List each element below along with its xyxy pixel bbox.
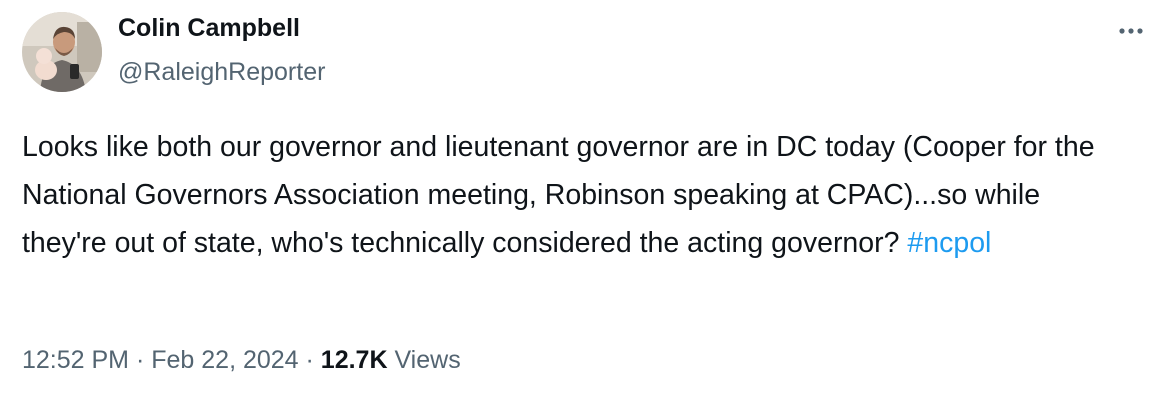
meta-separator: ·	[129, 346, 152, 374]
tweet-text: Looks like both our governor and lieuten…	[22, 123, 1132, 267]
tweet-meta: 12:52 PM · Feb 22, 2024 · 12.7K Views	[22, 346, 461, 375]
views-label: Views	[387, 346, 461, 374]
avatar-photo	[22, 12, 102, 92]
author-name[interactable]: Colin Campbell	[118, 14, 300, 43]
tweet-time[interactable]: 12:52 PM	[22, 346, 129, 374]
more-horizontal-icon	[1119, 28, 1143, 34]
views-count: 12.7K	[320, 346, 388, 374]
meta-separator: ·	[298, 346, 321, 374]
hashtag-link[interactable]: #ncpol	[907, 227, 991, 259]
author-handle[interactable]: @RaleighReporter	[118, 58, 325, 87]
avatar[interactable]	[22, 12, 102, 92]
tweet-date[interactable]: Feb 22, 2024	[151, 346, 298, 374]
more-button[interactable]	[1114, 14, 1148, 48]
tweet-card: Colin Campbell @RaleighReporter Looks li…	[0, 0, 1166, 410]
